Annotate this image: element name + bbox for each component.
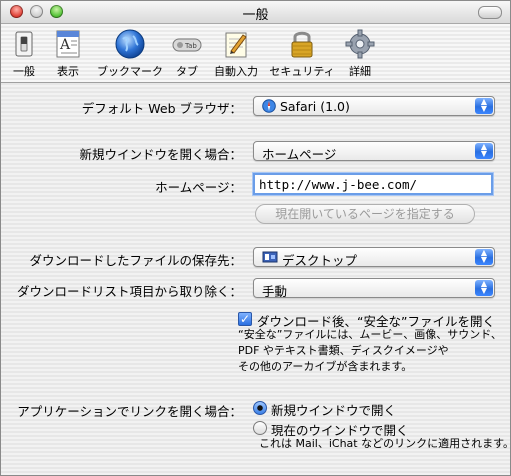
pencil-icon <box>219 27 253 61</box>
remove-downloads-label: ダウンロードリスト項目から取り除く： <box>16 284 242 299</box>
svg-text:Tab: Tab <box>184 42 197 50</box>
set-current-page-button[interactable]: 現在開いているページを指定する <box>255 204 475 224</box>
toolbar-item-autofill[interactable]: 自動入力 <box>211 27 261 79</box>
tab-icon: Tab <box>170 27 204 61</box>
preferences-toolbar: 一般 A 表示 ブックマーク Tab タブ 自動入力 セキュリティ 詳細 <box>1 24 510 83</box>
toolbar-label: 表示 <box>57 65 79 78</box>
toolbar-toggle-button[interactable] <box>478 6 502 19</box>
remove-downloads-value: 手動 <box>262 284 288 299</box>
toolbar-label: ブックマーク <box>97 65 163 78</box>
toolbar-item-security[interactable]: セキュリティ <box>269 27 335 79</box>
new-window-value: ホームページ <box>262 147 337 162</box>
open-links-label: アプリケーションでリンクを開く場合： <box>17 404 242 419</box>
remove-downloads-popup[interactable]: 手動 ▲ ▼ <box>253 278 495 299</box>
default-browser-label: デフォルト Web ブラウザ： <box>81 101 242 116</box>
download-location-value: デスクトップ <box>282 253 358 268</box>
safari-icon <box>262 99 276 113</box>
popup-arrows-icon: ▲ ▼ <box>475 249 493 265</box>
homepage-field[interactable]: http://www.j-bee.com/ <box>253 173 493 195</box>
toolbar-item-bookmarks[interactable]: ブックマーク <box>94 27 166 79</box>
download-location-popup[interactable]: デスクトップ ▲ ▼ <box>253 247 495 268</box>
open-links-current-window-radio[interactable] <box>253 421 267 435</box>
toolbar-label: 一般 <box>13 65 35 78</box>
toolbar-item-advanced[interactable]: 詳細 <box>343 27 377 79</box>
globe-icon <box>113 27 147 61</box>
toolbar-item-tabs[interactable]: Tab タブ <box>169 27 205 79</box>
safe-files-note-line-3: その他のアーカイブが含まれます。 <box>238 360 413 373</box>
toolbar-item-general[interactable]: 一般 <box>7 27 41 79</box>
open-safe-files-checkbox[interactable]: ✓ <box>238 312 252 326</box>
download-location-label: ダウンロードしたファイルの保存先： <box>29 253 242 268</box>
open-links-new-window-label[interactable]: 新規ウインドウで開く <box>271 400 396 419</box>
toolbar-item-appearance[interactable]: A 表示 <box>51 27 85 79</box>
default-browser-value: Safari (1.0) <box>280 99 350 114</box>
safe-files-note-line-2: PDF やテキスト書類、ディスクイメージや <box>238 344 449 357</box>
toolbar-label: 詳細 <box>349 65 371 78</box>
default-browser-popup[interactable]: Safari (1.0) ▲ ▼ <box>253 96 495 116</box>
new-window-label: 新規ウインドウを開く場合： <box>79 147 242 162</box>
preferences-window: 一般 一般 A 表示 ブックマーク Tab タブ 自動入力 セキュリティ 詳細 … <box>0 0 511 476</box>
homepage-label: ホームページ： <box>155 180 242 195</box>
new-window-popup[interactable]: ホームページ ▲ ▼ <box>253 141 495 162</box>
svg-text:A: A <box>59 37 71 53</box>
gear-icon <box>343 27 377 61</box>
lock-icon <box>285 27 319 61</box>
toolbar-label: セキュリティ <box>269 65 335 78</box>
window-title: 一般 <box>242 8 269 23</box>
popup-arrows-icon: ▲ ▼ <box>475 98 493 114</box>
title-bar: 一般 <box>1 1 510 24</box>
toolbar-label: タブ <box>176 65 198 78</box>
switch-icon <box>7 27 41 61</box>
text-icon: A <box>51 27 85 61</box>
toolbar-label: 自動入力 <box>214 65 258 78</box>
safe-files-note-line-1: “安全な”ファイルには、ムービー、画像、サウンド、 <box>238 328 502 341</box>
open-links-new-window-radio[interactable] <box>253 401 267 415</box>
popup-arrows-icon: ▲ ▼ <box>475 280 493 296</box>
popup-arrows-icon: ▲ ▼ <box>475 143 493 159</box>
open-links-note: これは Mail、iChat などのリンクに適用されます。 <box>259 437 511 450</box>
desktop-folder-icon <box>262 250 278 264</box>
